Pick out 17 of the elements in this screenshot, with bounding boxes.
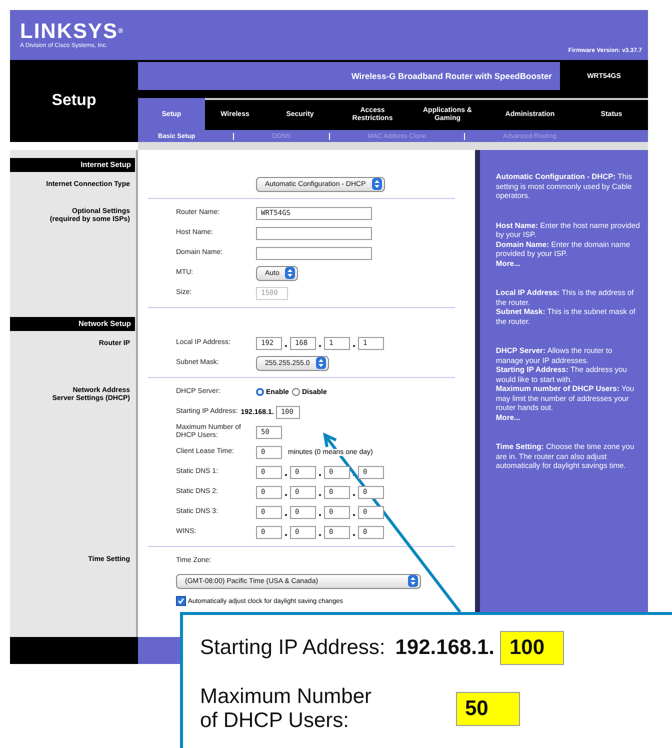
radio-button[interactable] bbox=[292, 388, 300, 396]
stepper-icon bbox=[372, 178, 382, 190]
callout-label: Maximum Number of DHCP Users: bbox=[200, 685, 373, 733]
highlighted-value: 50 bbox=[456, 692, 520, 726]
stepper-icon bbox=[408, 575, 418, 587]
text-field[interactable] bbox=[256, 226, 372, 240]
highlighted-value: 100 bbox=[500, 631, 564, 665]
page-title: Setup bbox=[52, 92, 96, 110]
callout-label: Starting IP Address: bbox=[200, 636, 386, 660]
checkbox[interactable] bbox=[176, 596, 186, 606]
radio-button[interactable] bbox=[256, 388, 264, 396]
stepper-icon bbox=[316, 357, 326, 369]
callout-ip-prefix: 192.168.1. bbox=[395, 636, 494, 660]
stepper-icon bbox=[285, 267, 296, 279]
product-title: Wireless-G Broadband Router with SpeedBooster bbox=[351, 71, 552, 81]
text-field[interactable] bbox=[256, 246, 372, 260]
brand-logo: LINKSYS$^{®}$ bbox=[20, 21, 124, 43]
